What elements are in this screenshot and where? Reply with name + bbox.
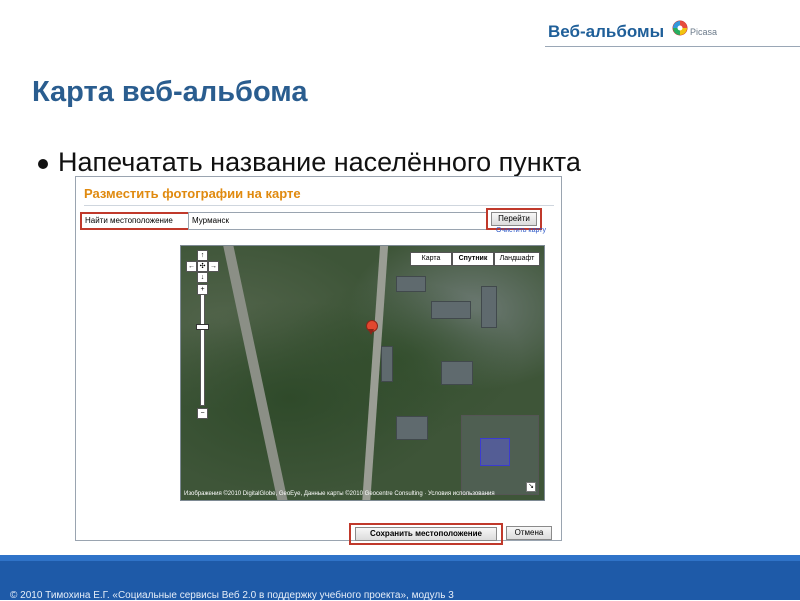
save-button-highlight: Сохранить местоположение bbox=[349, 523, 503, 545]
map-type-satellite[interactable]: Спутник bbox=[452, 252, 494, 266]
satellite-map[interactable]: ↑ ← ✣ → ↓ + − Карта Спутник Ландшафт ↘ И… bbox=[180, 245, 545, 501]
location-input[interactable] bbox=[188, 212, 487, 230]
overview-map[interactable]: ↘ bbox=[461, 415, 539, 495]
map-type-terrain[interactable]: Ландшафт bbox=[494, 252, 540, 266]
map-building bbox=[396, 276, 426, 292]
overview-collapse-icon[interactable]: ↘ bbox=[526, 482, 536, 492]
map-road bbox=[219, 246, 293, 500]
zoom-slider-track[interactable] bbox=[200, 294, 205, 406]
map-building bbox=[481, 286, 497, 328]
zoom-slider-thumb[interactable] bbox=[196, 324, 209, 330]
brand-title: Веб-альбомы bbox=[548, 22, 665, 41]
bullet-text: Напечатать название населённого пункта bbox=[58, 147, 581, 177]
footer-text: © 2010 Тимохина Е.Г. «Социальные сервисы… bbox=[10, 590, 454, 601]
pan-center-icon[interactable]: ✣ bbox=[197, 261, 208, 272]
overview-viewport[interactable] bbox=[480, 438, 510, 466]
picasa-pinwheel-icon bbox=[672, 20, 688, 36]
save-location-button[interactable]: Сохранить местоположение bbox=[355, 527, 497, 541]
zoom-out-icon[interactable]: − bbox=[197, 408, 208, 419]
map-attribution: Изображения ©2010 DigitalGlobe, GeoEye, … bbox=[184, 491, 495, 497]
go-button[interactable]: Перейти bbox=[491, 212, 537, 226]
footer-band: © 2010 Тимохина Е.Г. «Социальные сервисы… bbox=[0, 555, 800, 601]
footer-strip bbox=[0, 555, 800, 561]
map-building bbox=[381, 346, 393, 382]
bullet-dot bbox=[38, 159, 48, 169]
cancel-button[interactable]: Отмена bbox=[506, 526, 552, 540]
pan-down-icon[interactable]: ↓ bbox=[197, 272, 208, 283]
pan-up-icon[interactable]: ↑ bbox=[197, 250, 208, 261]
clear-map-link[interactable]: Очистить карту bbox=[496, 227, 546, 234]
pan-left-icon[interactable]: ← bbox=[186, 261, 197, 272]
dialog-divider bbox=[84, 205, 554, 206]
picasa-logo-text: Picasa bbox=[690, 27, 718, 37]
map-building bbox=[441, 361, 473, 385]
map-dialog: Разместить фотографии на карте Найти мес… bbox=[75, 176, 562, 545]
pan-right-icon[interactable]: → bbox=[208, 261, 219, 272]
map-building bbox=[396, 416, 428, 440]
header-divider bbox=[545, 46, 800, 47]
map-type-map[interactable]: Карта bbox=[410, 252, 452, 266]
slide-title: Карта веб-альбома bbox=[32, 76, 308, 108]
dialog-title: Разместить фотографии на карте bbox=[84, 186, 301, 201]
find-location-label: Найти местоположение bbox=[80, 212, 191, 230]
map-building bbox=[431, 301, 471, 319]
